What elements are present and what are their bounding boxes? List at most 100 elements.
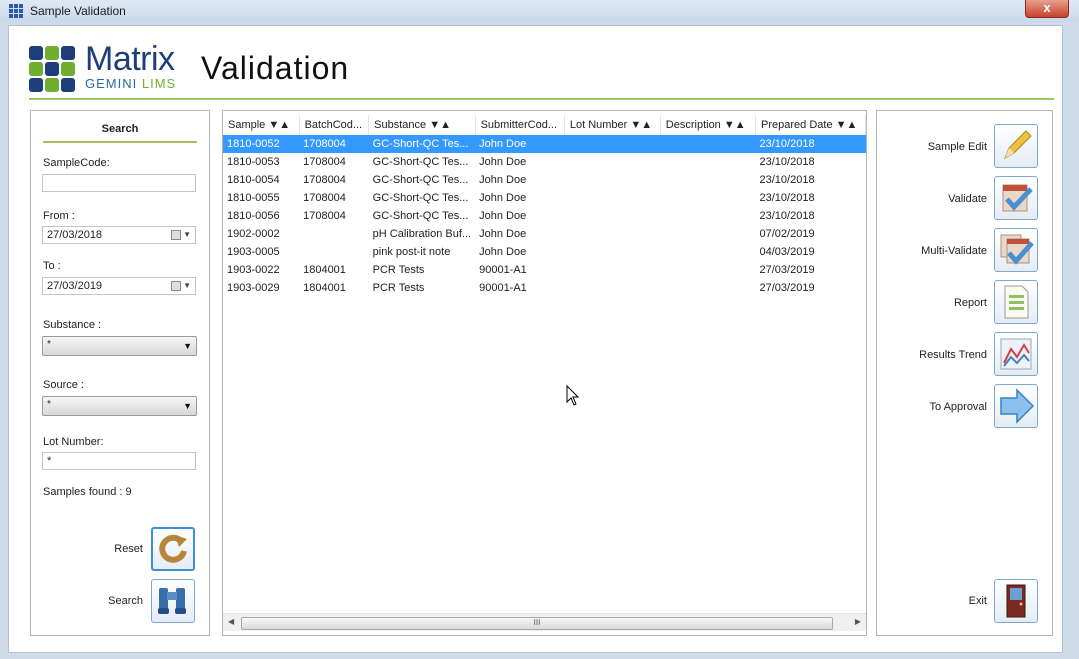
table-row[interactable]: 1903-0005 pink post-it note John Doe 04/03/… (223, 243, 866, 261)
table-cell: 23/10/2018 (755, 135, 866, 153)
to-label: To : (43, 260, 61, 272)
table-cell: GC-Short-QC Tes... (372, 210, 469, 222)
actions-panel: Sample Edit Validate Multi-Validate Repo… (876, 110, 1053, 636)
table-cell: John Doe (479, 156, 527, 168)
multi-validate-button[interactable] (994, 228, 1038, 272)
chevron-down-icon[interactable]: ▼ (183, 281, 191, 290)
to-approval-button[interactable] (994, 384, 1038, 428)
report-button[interactable] (994, 280, 1038, 324)
sample-code-field[interactable] (42, 174, 196, 192)
search-button[interactable] (151, 579, 195, 623)
table-cell (564, 207, 660, 225)
validate-check-icon (1002, 184, 1033, 212)
table-row[interactable]: 1810-0054 1708004 GC-Short-QC Tes... John D… (223, 171, 866, 189)
exit-button[interactable] (994, 579, 1038, 623)
sample-edit-label: Sample Edit (927, 141, 987, 153)
column-header[interactable]: SubmitterCod... (475, 115, 565, 135)
table-row[interactable]: 1810-0055 1708004 GC-Short-QC Tes... John D… (223, 189, 866, 207)
table-cell: 23/10/2018 (759, 192, 815, 204)
source-select[interactable]: * ▼ (42, 396, 197, 416)
table-cell (660, 135, 756, 153)
table-cell: PCR Tests (372, 282, 425, 294)
table-cell (660, 207, 755, 225)
column-header[interactable]: Sample ▼▲ (223, 115, 300, 135)
to-approval-label: To Approval (929, 401, 987, 413)
table-cell: 1708004 (303, 210, 346, 222)
table-cell: 23/10/2018 (759, 156, 815, 168)
from-date-field[interactable]: 27/03/2018 ▼ (42, 226, 196, 244)
results-trend-label: Results Trend (919, 349, 987, 361)
column-header[interactable]: Description ▼▲ (660, 115, 757, 135)
window-title: Sample Validation (30, 4, 126, 18)
title-bar: Sample Validation x (0, 0, 1079, 22)
table-cell: 90001-A1 (479, 264, 527, 276)
search-panel-header: Search (101, 123, 139, 135)
table-cell: 23/10/2018 (759, 210, 815, 222)
column-header[interactable]: BatchCod... (299, 115, 370, 135)
column-header[interactable]: Lot Number ▼▲ (564, 115, 661, 135)
lot-number-field[interactable]: * (42, 452, 196, 470)
table-cell: 1804001 (303, 264, 346, 276)
brand: Matrix GEMINI LIMS (85, 42, 176, 91)
dropdown-arrow-icon[interactable]: ▼ (183, 341, 192, 351)
source-label: Source : (43, 379, 84, 391)
table-cell (299, 225, 369, 243)
multi-validate-icon (1000, 234, 1034, 265)
reset-arrow-icon (159, 534, 187, 563)
binoculars-icon (158, 588, 186, 614)
validate-button[interactable] (994, 176, 1038, 220)
brand-name: Matrix (85, 40, 175, 78)
substance-select[interactable]: * ▼ (42, 336, 197, 356)
chevron-down-icon[interactable]: ▼ (183, 230, 191, 239)
table-cell (564, 189, 660, 207)
samples-found-count: Samples found : 9 (43, 486, 132, 498)
table-row[interactable]: 1810-0056 1708004 GC-Short-QC Tes... John D… (223, 207, 866, 225)
calendar-icon[interactable] (171, 281, 181, 291)
trend-chart-icon (1000, 338, 1032, 370)
brand-lims: LIMS (141, 76, 177, 91)
scrollbar-thumb[interactable]: III (241, 617, 833, 630)
horizontal-scrollbar[interactable]: ◀ III ▶ (223, 613, 866, 631)
table-cell: 27/03/2019 (759, 264, 815, 276)
substance-label: Substance : (43, 319, 102, 331)
table-cell: 1810-0052 (223, 135, 300, 153)
table-cell (660, 279, 755, 297)
table-cell: 1810-0053 (227, 156, 280, 168)
close-button[interactable]: x (1025, 0, 1069, 18)
table-cell (564, 225, 660, 243)
calendar-icon[interactable] (171, 230, 181, 240)
table-cell (660, 189, 755, 207)
to-date-field[interactable]: 27/03/2019 ▼ (42, 277, 196, 295)
table-cell (564, 153, 660, 171)
table-cell: 04/03/2019 (759, 246, 815, 258)
from-date-value: 27/03/2018 (47, 229, 103, 241)
lot-number-label: Lot Number: (43, 436, 104, 448)
table-cell (660, 171, 755, 189)
scroll-left-icon[interactable]: ◀ (228, 617, 234, 626)
table-row[interactable]: 1902-0002 pH Calibration Buf... John Doe 07… (223, 225, 866, 243)
column-header[interactable]: Prepared Date ▼▲ (755, 115, 866, 135)
table-row[interactable]: 1810-0053 1708004 GC-Short-QC Tes... John D… (223, 153, 866, 171)
substance-value: * (47, 339, 51, 350)
pencil-icon (1004, 130, 1032, 160)
table-cell: PCR Tests (372, 264, 425, 276)
table-cell: John Doe (479, 174, 527, 186)
table-cell: 1810-0055 (227, 192, 280, 204)
reset-button[interactable] (151, 527, 195, 571)
table-cell: 1708004 (299, 135, 369, 153)
table-cell: 23/10/2018 (759, 174, 815, 186)
table-cell (660, 153, 755, 171)
dropdown-arrow-icon[interactable]: ▼ (183, 401, 192, 411)
table-row[interactable]: 1903-0022 1804001 PCR Tests 90001-A1 27/03/2… (223, 261, 866, 279)
search-panel: Search SampleCode: From : 27/03/2018 ▼ T… (30, 110, 210, 636)
table-row[interactable]: 1903-0029 1804001 PCR Tests 90001-A1 27/03/2… (223, 279, 866, 297)
column-header[interactable]: Substance ▼▲ (368, 115, 476, 135)
reset-label: Reset (114, 543, 143, 555)
table-row[interactable]: 1810-0052 1708004 GC-Short-QC Tes... John D… (223, 135, 866, 153)
table-cell (564, 171, 660, 189)
table-cell: 1810-0056 (227, 210, 280, 222)
results-trend-button[interactable] (994, 332, 1038, 376)
sample-edit-button[interactable] (994, 124, 1038, 168)
table-cell: GC-Short-QC Tes... (368, 135, 476, 153)
scroll-right-icon[interactable]: ▶ (855, 617, 861, 626)
